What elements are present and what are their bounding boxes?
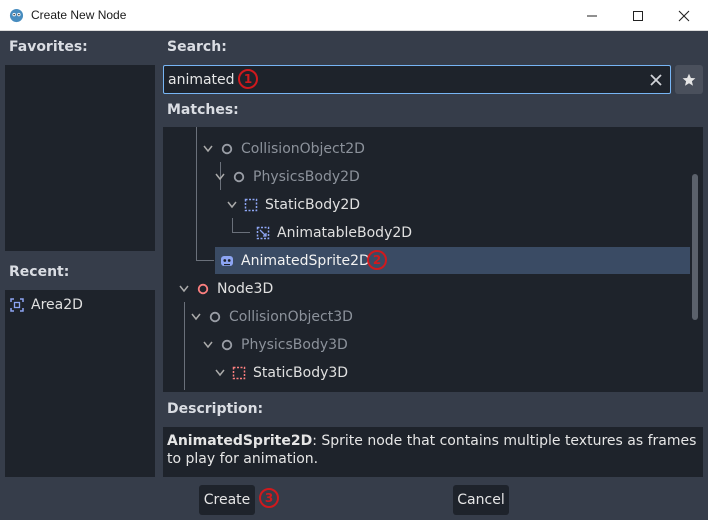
tree-row-staticbody3d[interactable]: StaticBody3D [163, 359, 690, 387]
window-title: Create New Node [31, 8, 127, 22]
tree-row-physicsbody3d[interactable]: PhysicsBody3D [163, 331, 690, 359]
clear-search-icon[interactable] [648, 72, 664, 88]
tree-row-animatedsprite2d[interactable]: AnimatedSprite2D [163, 247, 690, 275]
chevron-down-icon[interactable] [215, 369, 225, 377]
chevron-down-icon[interactable] [203, 145, 213, 153]
favorites-label: Favorites: [9, 39, 88, 55]
node-circle-icon [221, 143, 233, 155]
godot-app-icon [9, 8, 24, 23]
maximize-button[interactable] [615, 0, 661, 31]
star-icon [682, 73, 696, 86]
create-button[interactable]: Create [199, 485, 255, 515]
annotation-marker-2: 2 [367, 250, 387, 270]
tree-row-label: CollisionObject2D [241, 141, 365, 157]
close-window-button[interactable] [661, 0, 707, 31]
animatablebody2d-icon [256, 226, 270, 240]
tree-row-label: StaticBody3D [253, 365, 349, 381]
tree-row-collisionobject2d[interactable]: CollisionObject2D [163, 135, 690, 163]
description-label: Description: [167, 401, 264, 417]
staticbody2d-icon [244, 198, 258, 212]
chevron-down-icon[interactable] [191, 313, 201, 321]
description-node-name: AnimatedSprite2D [167, 433, 313, 449]
chevron-down-icon[interactable] [215, 173, 225, 181]
area2d-icon [10, 298, 24, 312]
tree-row-node3d[interactable]: Node3D [163, 275, 690, 303]
tree-row-physicsbody2d[interactable]: PhysicsBody2D [163, 163, 690, 191]
favorites-list[interactable] [5, 65, 155, 251]
annotation-marker-3: 3 [259, 488, 279, 508]
matches-label: Matches: [167, 102, 239, 118]
annotation-marker-1: 1 [238, 69, 258, 89]
tree-row-label: PhysicsBody2D [253, 169, 360, 185]
search-label: Search: [167, 39, 227, 55]
title-bar: Create New Node [0, 0, 708, 31]
tree-row-label: PhysicsBody3D [241, 337, 348, 353]
chevron-down-icon[interactable] [227, 201, 237, 209]
recent-list[interactable]: Area2D [5, 290, 155, 477]
favorite-button[interactable] [675, 65, 703, 94]
description-box: AnimatedSprite2D: Sprite node that conta… [163, 427, 703, 477]
tree-row-staticbody2d[interactable]: StaticBody2D [163, 191, 690, 219]
staticbody3d-icon [232, 366, 246, 380]
tree-row-label: CollisionObject3D [229, 309, 353, 325]
recent-item-label: Area2D [31, 297, 83, 313]
node-circle-icon [233, 171, 245, 183]
recent-item-area2d[interactable]: Area2D [5, 292, 155, 318]
tree-row-animatablebody2d[interactable]: AnimatableBody2D [163, 219, 690, 247]
matches-scrollbar[interactable] [692, 174, 698, 320]
chevron-down-icon[interactable] [203, 341, 213, 349]
tree-row-label: AnimatedSprite2D [241, 253, 370, 269]
cancel-button[interactable]: Cancel [453, 485, 509, 515]
animatedsprite2d-icon [221, 256, 233, 266]
node-circle-icon [221, 339, 233, 351]
tree-row-collisionobject3d[interactable]: CollisionObject3D [163, 303, 690, 331]
tree-row-label: AnimatableBody2D [277, 225, 413, 241]
node-circle-icon [209, 311, 221, 323]
tree-row-label: StaticBody2D [265, 197, 361, 213]
close-icon [678, 10, 690, 21]
minimize-icon [587, 15, 597, 16]
tree-row-label: Node3D [217, 281, 274, 297]
node3d-circle-icon [197, 283, 209, 295]
minimize-button[interactable] [569, 0, 615, 31]
maximize-icon [633, 10, 643, 21]
recent-label: Recent: [9, 264, 70, 280]
chevron-down-icon[interactable] [179, 285, 189, 293]
